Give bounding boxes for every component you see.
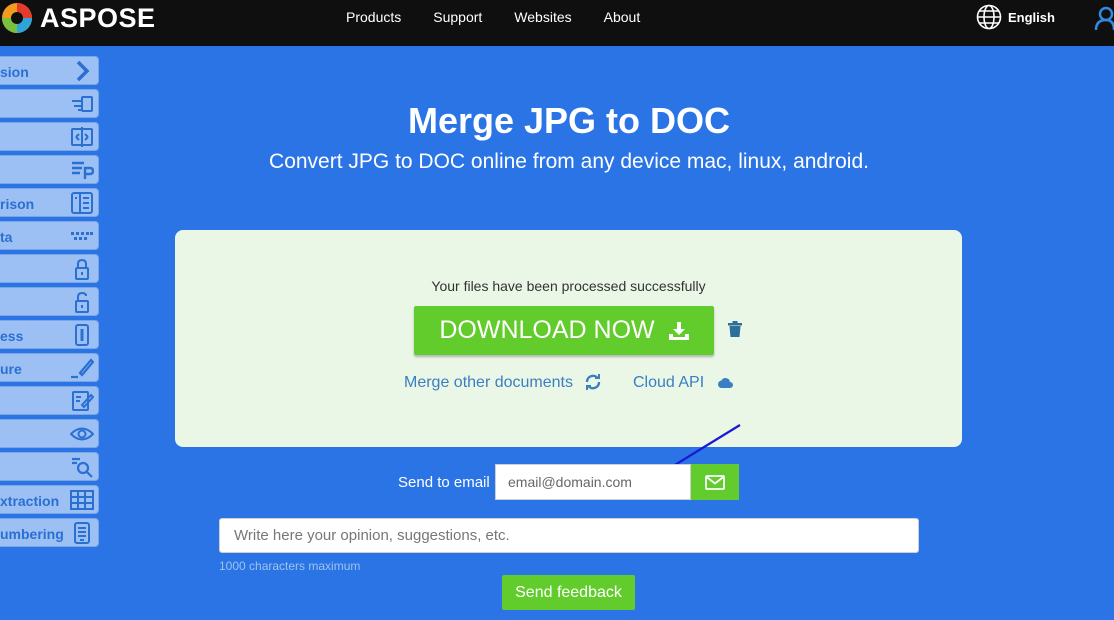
sidebar-item-label: xtraction bbox=[0, 493, 60, 509]
sidebar-item-line-numbering[interactable]: umbering bbox=[0, 518, 99, 547]
user-icon bbox=[1094, 6, 1114, 31]
compare-icon bbox=[71, 192, 93, 214]
unlock-icon bbox=[75, 291, 89, 313]
feedback-char-limit: 1000 characters maximum bbox=[219, 559, 361, 573]
chevron-right-icon bbox=[76, 60, 90, 82]
eye-icon bbox=[70, 427, 94, 441]
sidebar-item-unlock[interactable] bbox=[0, 287, 99, 316]
result-panel: Your files have been processed successfu… bbox=[175, 230, 962, 447]
cloud-icon[interactable] bbox=[717, 376, 733, 388]
sidebar-item-label: sion bbox=[0, 64, 29, 80]
user-account[interactable] bbox=[1094, 6, 1114, 35]
trash-icon[interactable] bbox=[728, 321, 742, 337]
refresh-icon[interactable] bbox=[585, 374, 601, 390]
language-selector[interactable]: English bbox=[976, 4, 1055, 30]
page-title: Merge JPG to DOC bbox=[407, 100, 731, 141]
search-icon bbox=[72, 457, 93, 478]
send-to-email-label: Send to email bbox=[398, 474, 490, 491]
cloud-api-link[interactable]: Cloud API bbox=[633, 374, 704, 392]
nav-products[interactable]: Products bbox=[346, 9, 401, 25]
aspose-logo-icon bbox=[2, 3, 32, 33]
sidebar-item-label: ure bbox=[0, 361, 22, 377]
sidebar-item-comparison[interactable]: rison bbox=[0, 188, 99, 217]
sidebar-item-editor[interactable] bbox=[0, 386, 99, 415]
nav-about[interactable]: About bbox=[604, 9, 641, 25]
sidebar-item-protection[interactable] bbox=[0, 254, 99, 283]
lock-icon bbox=[75, 258, 89, 280]
metadata-icon bbox=[71, 232, 93, 240]
numbering-icon bbox=[74, 522, 90, 544]
sidebar-item-metadata[interactable]: ta bbox=[0, 221, 99, 250]
language-label: English bbox=[1008, 9, 1055, 25]
sidebar-item-label: ess bbox=[0, 328, 24, 344]
sidebar-item-viewer[interactable] bbox=[0, 419, 99, 448]
sidebar-item-table-extraction[interactable]: xtraction bbox=[0, 485, 99, 514]
top-navigation-bar: ASPOSE Products Support Websites About E… bbox=[0, 0, 1114, 46]
sidebar-item-compress[interactable]: ess bbox=[0, 320, 99, 349]
logo-text: ASPOSE bbox=[40, 2, 156, 33]
table-icon bbox=[70, 490, 94, 510]
compress-icon bbox=[75, 324, 89, 346]
email-input[interactable] bbox=[495, 464, 691, 500]
send-feedback-button[interactable]: Send feedback bbox=[502, 575, 635, 610]
page-subtitle: Convert JPG to DOC online from any devic… bbox=[269, 150, 869, 173]
download-label: DOWNLOAD NOW bbox=[439, 316, 655, 344]
download-now-button[interactable]: DOWNLOAD NOW bbox=[414, 306, 714, 355]
merge-other-documents-link[interactable]: Merge other documents bbox=[404, 374, 573, 392]
sidebar-item-conversion[interactable]: sion bbox=[0, 56, 99, 85]
send-email-button[interactable] bbox=[691, 464, 739, 500]
nav-support[interactable]: Support bbox=[433, 9, 482, 25]
nav-websites[interactable]: Websites bbox=[514, 9, 571, 25]
globe-icon bbox=[976, 4, 1002, 30]
editor-icon bbox=[72, 391, 94, 411]
sidebar-item-label: ta bbox=[0, 229, 13, 245]
sidebar-item-search[interactable] bbox=[0, 452, 99, 481]
envelope-icon bbox=[705, 474, 725, 490]
sidebar-item-label: rison bbox=[0, 196, 35, 212]
main-nav: Products Support Websites About bbox=[346, 0, 672, 34]
download-icon bbox=[668, 321, 689, 340]
aspose-logo[interactable]: ASPOSE bbox=[0, 2, 156, 34]
feedback-input[interactable] bbox=[219, 518, 919, 553]
sidebar-item-label: umbering bbox=[0, 526, 64, 542]
signature-icon bbox=[71, 358, 94, 379]
success-message: Your files have been processed successfu… bbox=[431, 278, 706, 294]
sidebar-item-signature[interactable]: ure bbox=[0, 353, 99, 382]
